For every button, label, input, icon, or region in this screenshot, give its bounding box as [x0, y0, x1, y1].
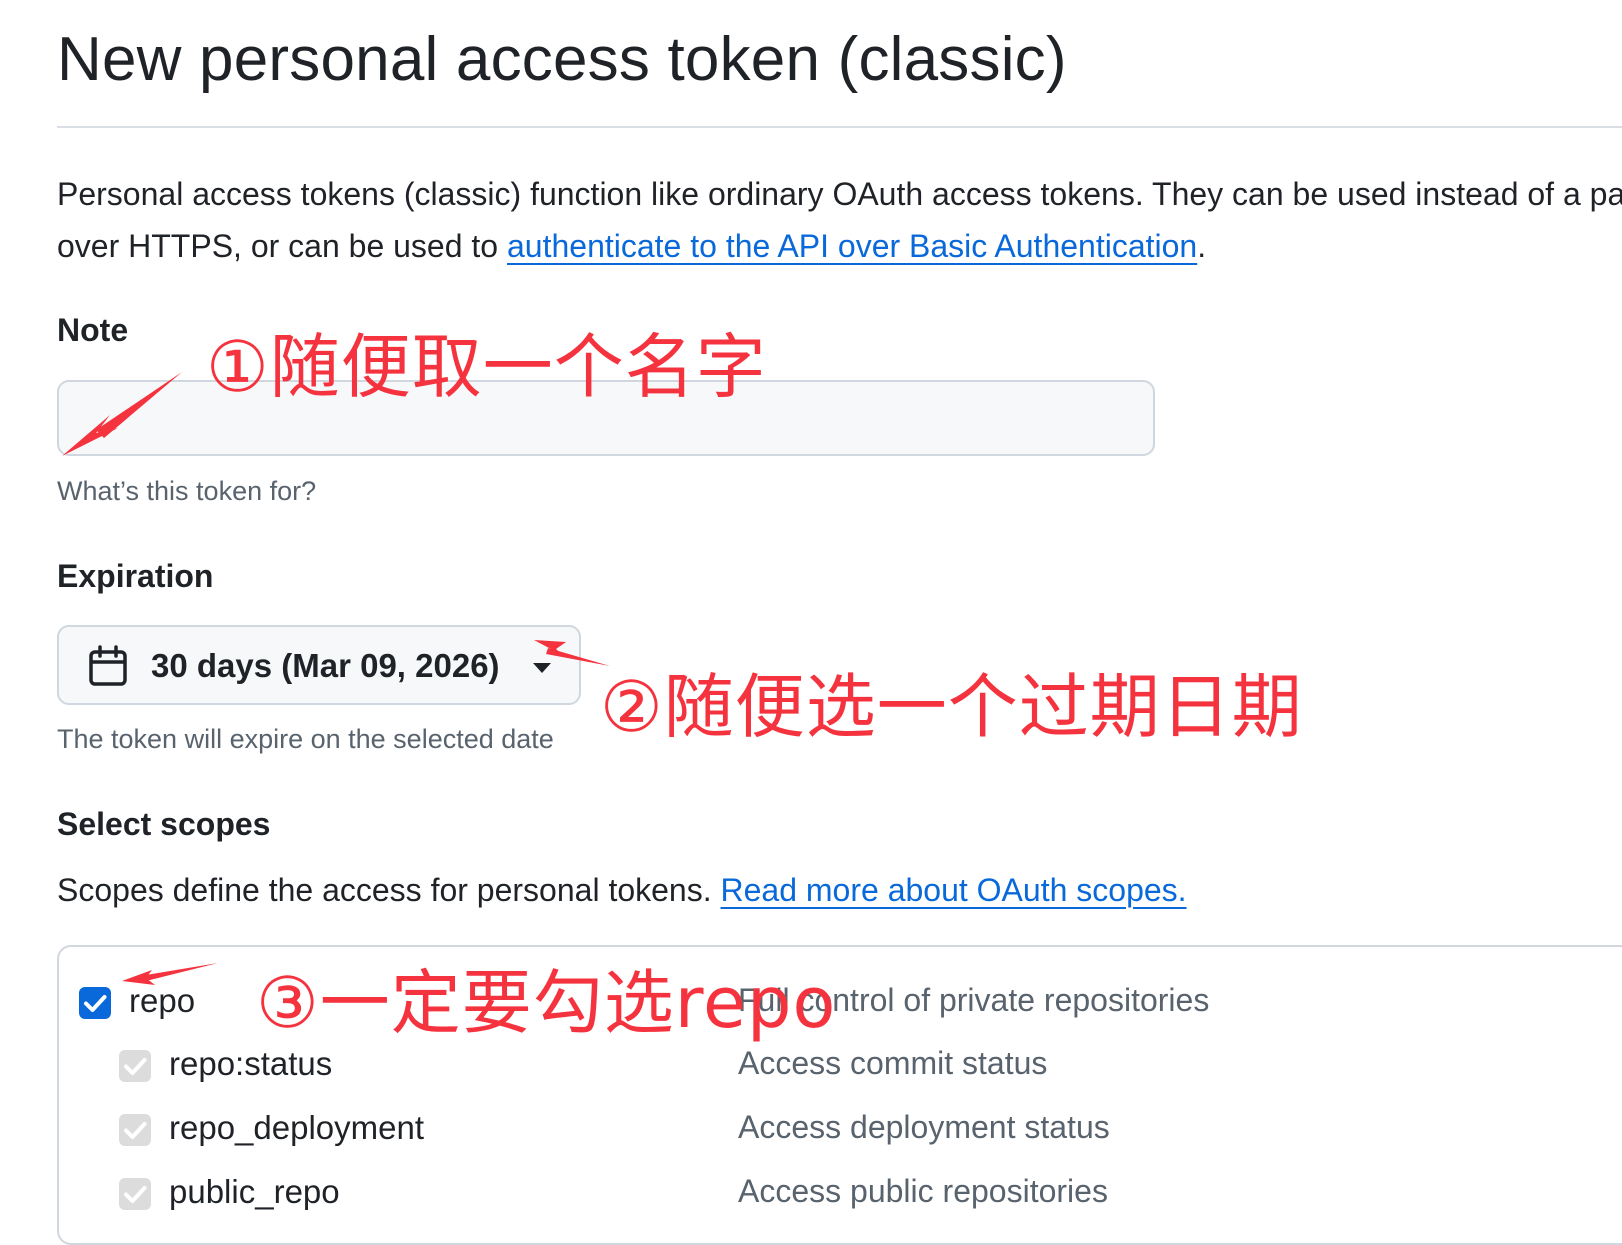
- annotation-step-2: ②随便选一个过期日期: [600, 666, 1303, 748]
- annotation-step-3: ③一定要勾选repo: [256, 962, 837, 1044]
- annotation-step-1: ①随便取一个名字: [206, 326, 767, 408]
